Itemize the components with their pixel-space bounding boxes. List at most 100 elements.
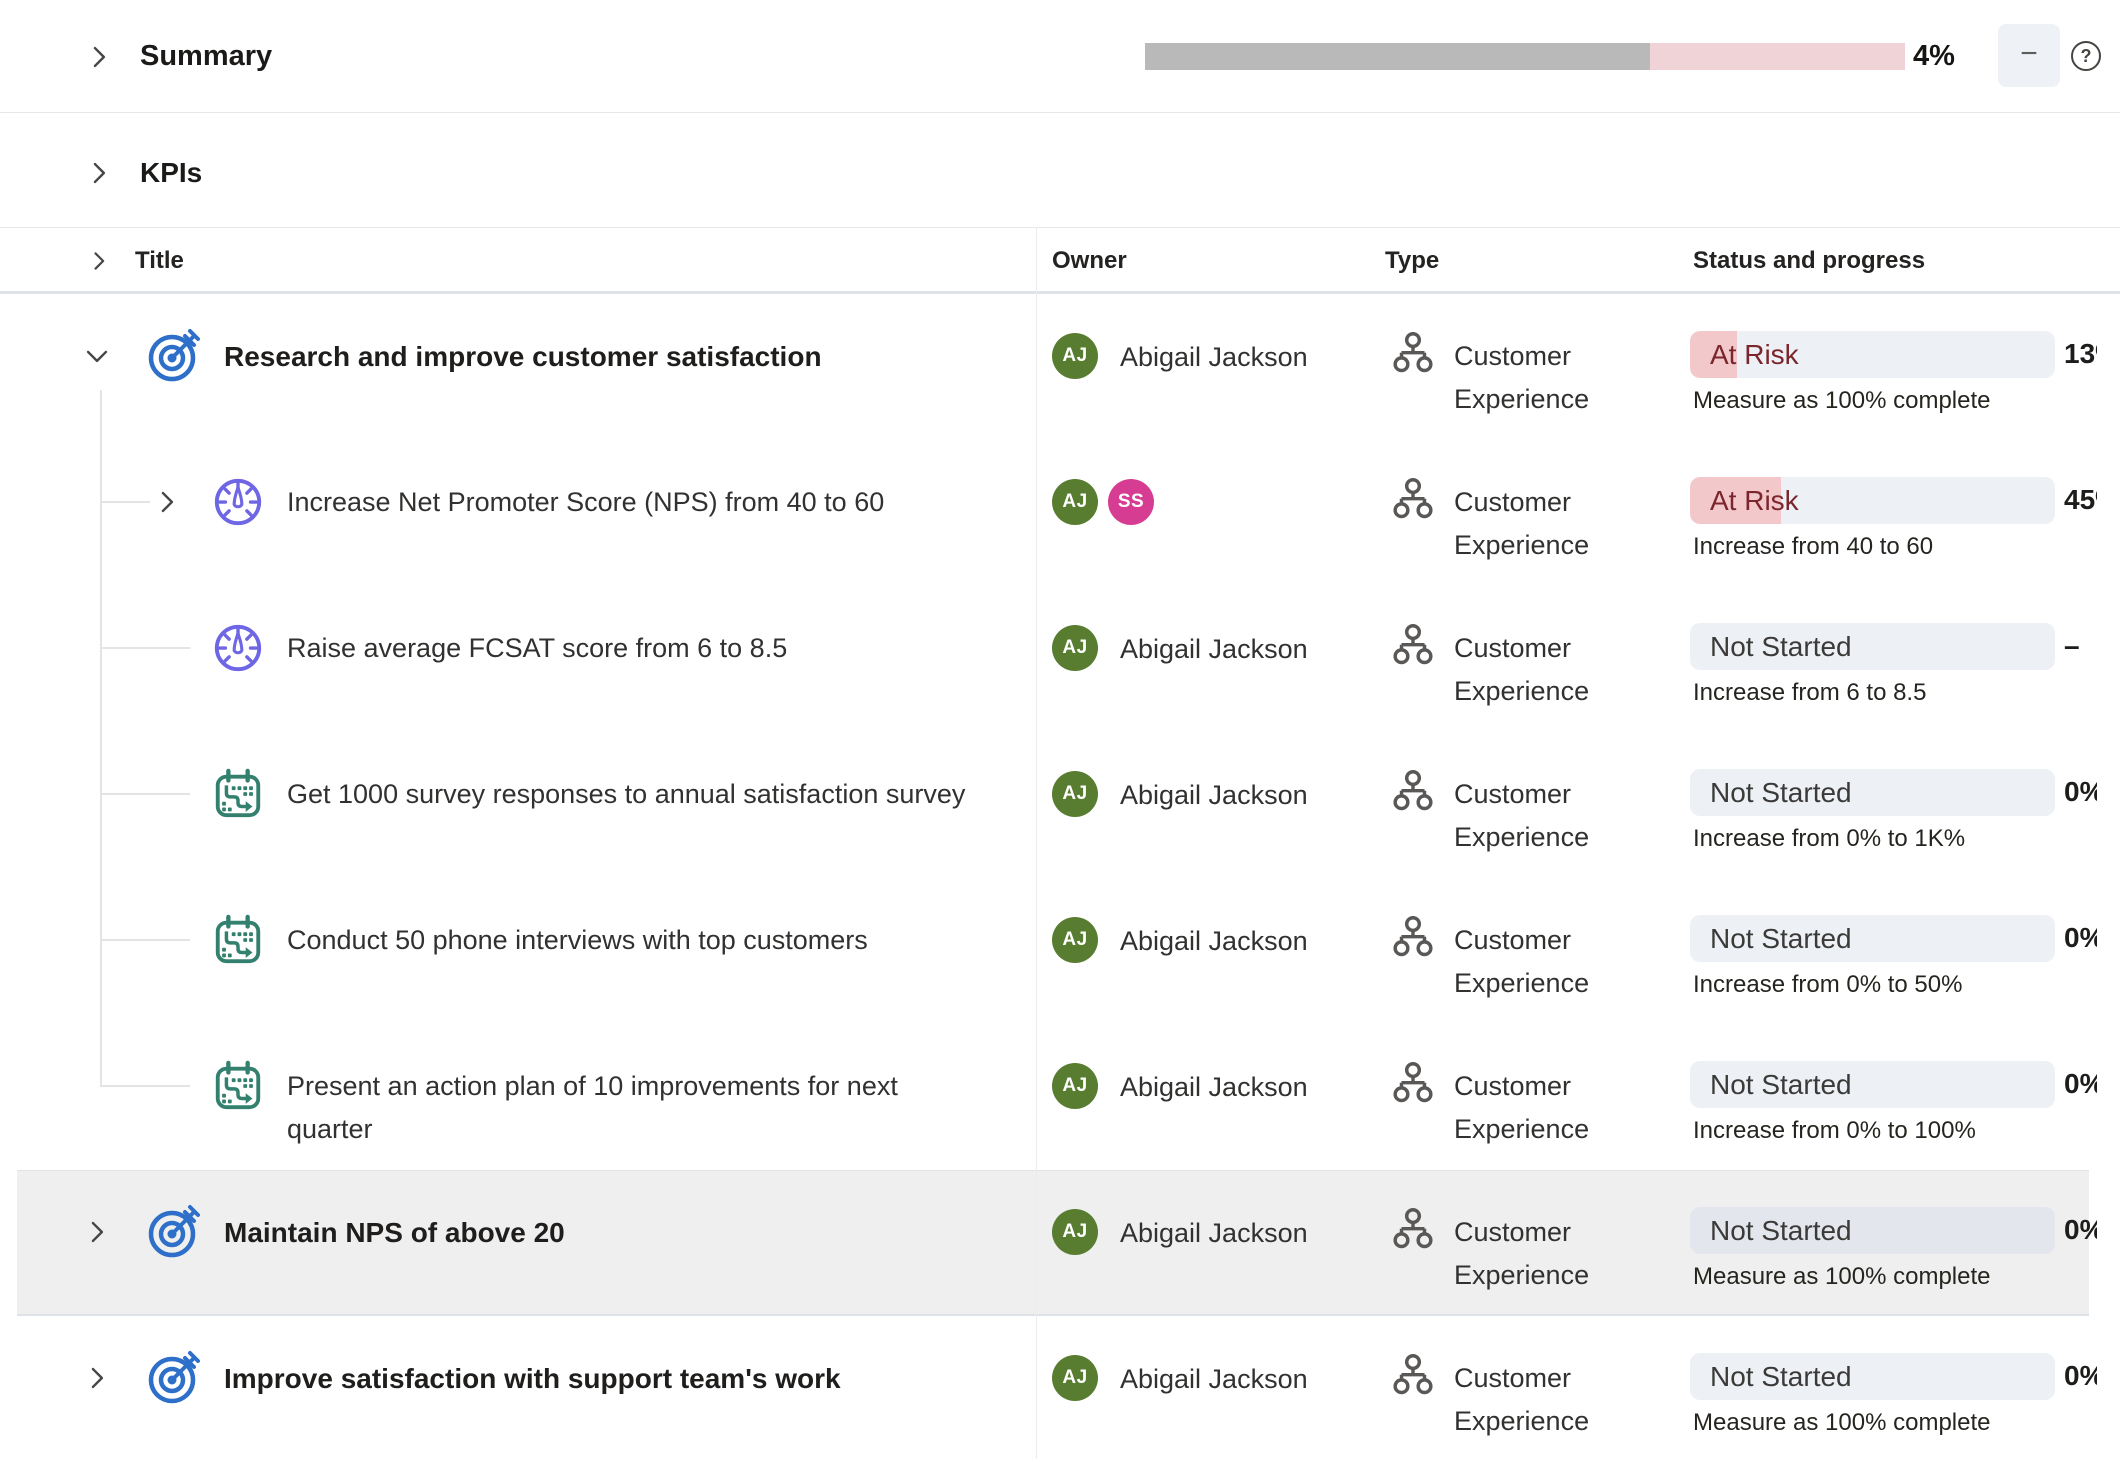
owner-avatars[interactable]: AJSS (1052, 479, 1154, 525)
avatar[interactable]: AJ (1052, 917, 1098, 963)
row-title[interactable]: Get 1000 survey responses to annual sati… (287, 773, 987, 816)
project-plan-icon (211, 1059, 265, 1118)
status-label: Not Started (1710, 1061, 1852, 1108)
status-pill[interactable]: Not Started (1690, 769, 2055, 816)
avatar[interactable]: AJ (1052, 1355, 1098, 1401)
summary-section: Summary 4% − ? (0, 0, 2120, 113)
owner-avatars[interactable]: AJ (1052, 333, 1098, 379)
table-row[interactable]: Maintain NPS of above 20 AJ Abigail Jack… (0, 1170, 2120, 1316)
table-row[interactable]: Conduct 50 phone interviews with top cus… (0, 878, 2120, 1024)
avatar[interactable]: AJ (1052, 625, 1098, 671)
avatar[interactable]: AJ (1052, 771, 1098, 817)
type-label: Customer Experience (1454, 1357, 1619, 1443)
table-row[interactable]: Present an action plan of 10 improvement… (0, 1024, 2120, 1170)
type-label: Customer Experience (1454, 919, 1619, 1005)
kpis-section: KPIs (0, 113, 2120, 228)
metric-gauge-icon (211, 475, 265, 534)
owner-name: Abigail Jackson (1120, 342, 1308, 373)
progress-value: 0% (2064, 1360, 2097, 1392)
row-title[interactable]: Improve satisfaction with support team's… (224, 1357, 1004, 1400)
org-chart-icon (1392, 624, 1434, 675)
status-sub-label: Measure as 100% complete (1693, 1409, 1991, 1437)
status-sub-label: Increase from 0% to 1K% (1693, 825, 1965, 853)
org-chart-icon (1392, 770, 1434, 821)
help-icon[interactable]: ? (2071, 41, 2101, 71)
column-header-type[interactable]: Type (1385, 247, 1439, 275)
owner-name: Abigail Jackson (1120, 634, 1308, 665)
column-header-status[interactable]: Status and progress (1693, 247, 1925, 275)
type-label: Customer Experience (1454, 773, 1619, 859)
avatar[interactable]: AJ (1052, 1209, 1098, 1255)
owner-avatars[interactable]: AJ (1052, 1063, 1098, 1109)
objective-target-icon (146, 1350, 202, 1411)
status-label: Not Started (1710, 769, 1852, 816)
tree-connector (100, 1085, 190, 1087)
tree-connector (100, 939, 190, 941)
objective-target-icon (146, 1204, 202, 1265)
status-label: Not Started (1710, 1207, 1852, 1254)
metric-gauge-icon (211, 621, 265, 680)
chevron-right-icon[interactable] (84, 1219, 110, 1245)
org-chart-icon (1392, 1208, 1434, 1259)
column-divider (1036, 227, 1037, 1459)
row-title[interactable]: Conduct 50 phone interviews with top cus… (287, 919, 987, 962)
row-title[interactable]: Raise average FCSAT score from 6 to 8.5 (287, 627, 987, 670)
owner-avatars[interactable]: AJ (1052, 1355, 1098, 1401)
owner-avatars[interactable]: AJ (1052, 771, 1098, 817)
avatar[interactable]: AJ (1052, 479, 1098, 525)
avatar[interactable]: SS (1108, 479, 1154, 525)
avatar[interactable]: AJ (1052, 333, 1098, 379)
progress-value: 0% (2064, 776, 2097, 808)
row-title[interactable]: Maintain NPS of above 20 (224, 1211, 1004, 1254)
column-header-title[interactable]: Title (135, 247, 184, 275)
status-pill[interactable]: Not Started (1690, 915, 2055, 962)
status-sub-label: Measure as 100% complete (1693, 1263, 1991, 1291)
table-row[interactable]: Increase Net Promoter Score (NPS) from 4… (0, 440, 2120, 586)
status-pill[interactable]: Not Started (1690, 623, 2055, 670)
avatar[interactable]: AJ (1052, 1063, 1098, 1109)
status-sub-label: Measure as 100% complete (1693, 387, 1991, 415)
table-row[interactable]: Get 1000 survey responses to annual sati… (0, 732, 2120, 878)
owner-avatars[interactable]: AJ (1052, 625, 1098, 671)
okr-explorer-page: Summary 4% − ? KPIs Title Owner Type Sta… (0, 0, 2120, 1459)
owner-name: Abigail Jackson (1120, 1218, 1308, 1249)
status-pill[interactable]: Not Started (1690, 1353, 2055, 1400)
row-title[interactable]: Increase Net Promoter Score (NPS) from 4… (287, 481, 987, 524)
status-pill[interactable]: At Risk (1690, 477, 2055, 524)
chevron-down-icon[interactable] (84, 343, 110, 369)
status-pill[interactable]: At Risk (1690, 331, 2055, 378)
status-label: At Risk (1710, 331, 1799, 378)
tree-connector (100, 793, 190, 795)
owner-avatars[interactable]: AJ (1052, 1209, 1098, 1255)
owner-name: Abigail Jackson (1120, 780, 1308, 811)
collapse-panel-button[interactable]: − (1998, 24, 2060, 87)
status-sub-label: Increase from 6 to 8.5 (1693, 679, 1926, 707)
status-pill[interactable]: Not Started (1690, 1207, 2055, 1254)
progress-value: 0% (2064, 1068, 2097, 1100)
table-row[interactable]: Improve satisfaction with support team's… (0, 1316, 2120, 1462)
row-title[interactable]: Present an action plan of 10 improvement… (287, 1065, 987, 1151)
owner-avatars[interactable]: AJ (1052, 917, 1098, 963)
progress-segment-at-risk (1650, 43, 1905, 70)
status-pill[interactable]: Not Started (1690, 1061, 2055, 1108)
summary-progress-percent: 4% (1913, 40, 1955, 73)
type-label: Customer Experience (1454, 1211, 1619, 1297)
owner-name: Abigail Jackson (1120, 1072, 1308, 1103)
org-chart-icon (1392, 1354, 1434, 1405)
kpis-label[interactable]: KPIs (140, 157, 202, 189)
org-chart-icon (1392, 1062, 1434, 1113)
progress-segment-complete (1145, 43, 1650, 70)
chevron-right-icon[interactable] (84, 1365, 110, 1391)
row-title[interactable]: Research and improve customer satisfacti… (224, 335, 1004, 378)
org-chart-icon (1392, 332, 1434, 383)
project-plan-icon (211, 767, 265, 826)
chevron-right-icon[interactable] (154, 489, 180, 515)
project-plan-icon (211, 913, 265, 972)
chevron-right-icon[interactable] (86, 160, 112, 186)
chevron-right-icon[interactable] (88, 250, 110, 272)
column-header-owner[interactable]: Owner (1052, 247, 1127, 275)
table-row[interactable]: Raise average FCSAT score from 6 to 8.5 … (0, 586, 2120, 732)
summary-label[interactable]: Summary (140, 40, 272, 73)
chevron-right-icon[interactable] (86, 44, 112, 70)
table-row[interactable]: Research and improve customer satisfacti… (0, 294, 2120, 440)
